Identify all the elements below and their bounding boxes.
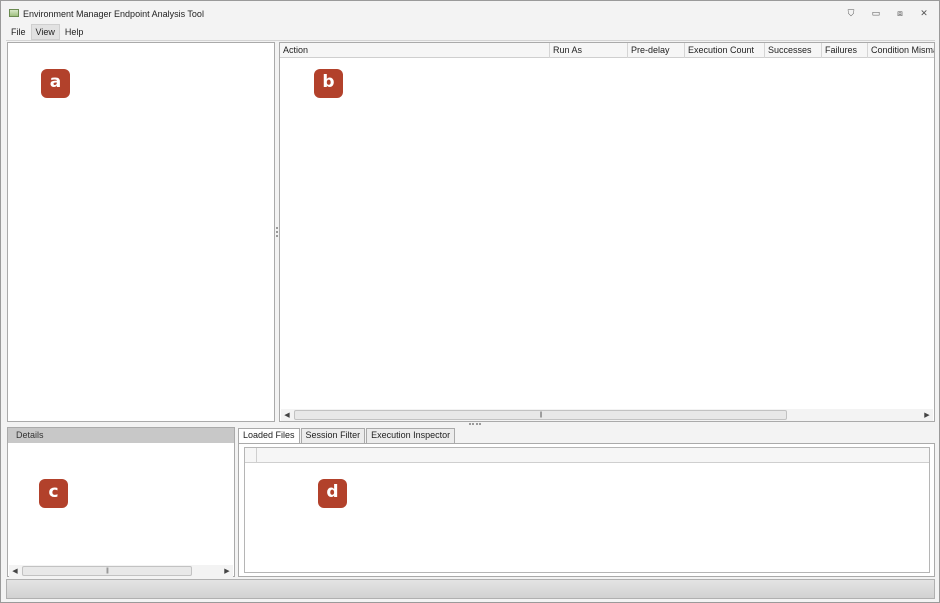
column-successes[interactable]: Successes — [765, 43, 822, 58]
scroll-left-icon[interactable]: ◀ — [9, 565, 21, 577]
scroll-right-icon[interactable]: ▶ — [221, 565, 233, 577]
bottom-tabs: Loaded Files Session Filter Execution In… — [238, 428, 456, 444]
scroll-left-icon[interactable]: ◀ — [281, 409, 293, 421]
actions-grid[interactable]: Action Run As Pre-delay Execution Count … — [279, 42, 935, 422]
pin-icon[interactable]: ⛉ — [843, 6, 859, 20]
callout-a: a — [41, 69, 70, 98]
loaded-files-grid[interactable] — [244, 447, 930, 573]
column-action[interactable]: Action — [280, 43, 550, 58]
title-bar: Environment Manager Endpoint Analysis To… — [1, 1, 939, 23]
scrollbar-thumb[interactable]: ||| — [294, 410, 787, 420]
callout-c: c — [39, 479, 68, 508]
restore-button[interactable]: ⧈ — [892, 6, 908, 20]
splitter-grip-icon — [276, 227, 278, 237]
actions-horizontal-scrollbar[interactable]: ◀ ||| ▶ — [281, 409, 933, 421]
menu-help[interactable]: Help — [60, 24, 89, 40]
details-horizontal-scrollbar[interactable]: ◀ ||| ▶ — [9, 565, 233, 577]
grid-corner[interactable] — [245, 448, 257, 463]
tab-execution-inspector[interactable]: Execution Inspector — [366, 428, 456, 443]
tab-session-filter[interactable]: Session Filter — [300, 428, 366, 443]
menu-view[interactable]: View — [30, 24, 60, 40]
scroll-right-icon[interactable]: ▶ — [921, 409, 933, 421]
callout-b: b — [314, 69, 343, 98]
scrollbar-thumb[interactable]: ||| — [22, 566, 192, 576]
status-bar — [6, 579, 935, 599]
window-title: Environment Manager Endpoint Analysis To… — [23, 9, 204, 19]
close-button[interactable]: ✕ — [916, 6, 932, 20]
minimize-button[interactable]: ▭ — [868, 6, 884, 20]
column-pre-delay[interactable]: Pre-delay — [628, 43, 685, 58]
menu-bar: File View Help — [6, 24, 935, 41]
menu-file[interactable]: File — [6, 24, 31, 40]
splitter-grip-icon — [469, 423, 481, 425]
column-condition-mismatch[interactable]: Condition Mismatch — [868, 43, 934, 58]
column-execution-count[interactable]: Execution Count — [685, 43, 765, 58]
tree-panel[interactable] — [7, 42, 275, 422]
app-icon — [9, 9, 19, 17]
column-run-as[interactable]: Run As — [550, 43, 628, 58]
tab-loaded-files[interactable]: Loaded Files — [238, 428, 300, 444]
loaded-files-grid-header — [245, 448, 929, 463]
column-failures[interactable]: Failures — [822, 43, 868, 58]
callout-d: d — [318, 479, 347, 508]
actions-column-header: Action Run As Pre-delay Execution Count … — [280, 43, 934, 58]
app-window: Environment Manager Endpoint Analysis To… — [0, 0, 940, 603]
loaded-files-panel — [238, 443, 935, 577]
details-header: Details — [8, 428, 234, 443]
